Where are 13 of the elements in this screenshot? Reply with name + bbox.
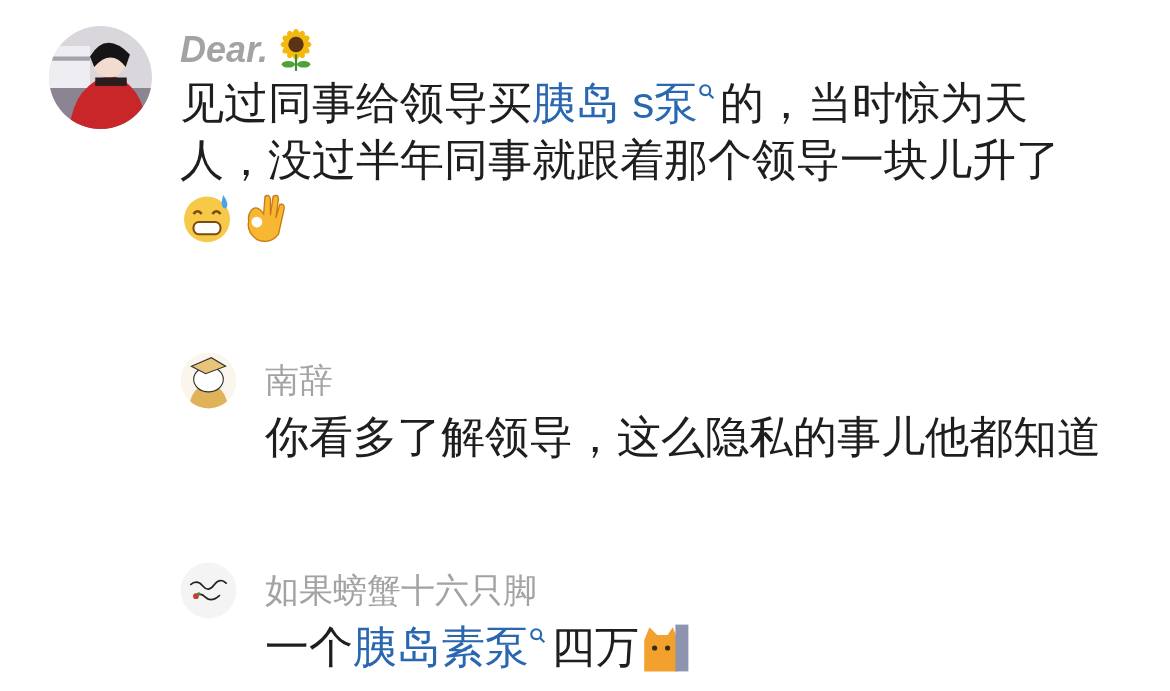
username[interactable]: 如果螃蟹十六只脚	[265, 567, 537, 614]
comment-text: 见过同事给领导买	[180, 77, 532, 129]
search-icon	[698, 83, 717, 101]
username[interactable]: 南辞	[265, 357, 333, 404]
search-icon	[529, 627, 547, 645]
search-link[interactable]: 胰岛 s泵	[532, 74, 699, 133]
comment-text: 四万	[551, 621, 639, 673]
search-link[interactable]: 胰岛素泵	[353, 618, 529, 677]
comment-text: 人，没过半年同事就跟着那个领导一块儿升了	[180, 134, 1060, 186]
username[interactable]: Dear.	[180, 29, 269, 71]
comment-text: 你看多了解领导，这么隐私的事儿他都知道	[265, 411, 1101, 463]
comment-text: 的，当时惊为天	[720, 77, 1029, 129]
comment-text: 一个	[265, 621, 353, 673]
